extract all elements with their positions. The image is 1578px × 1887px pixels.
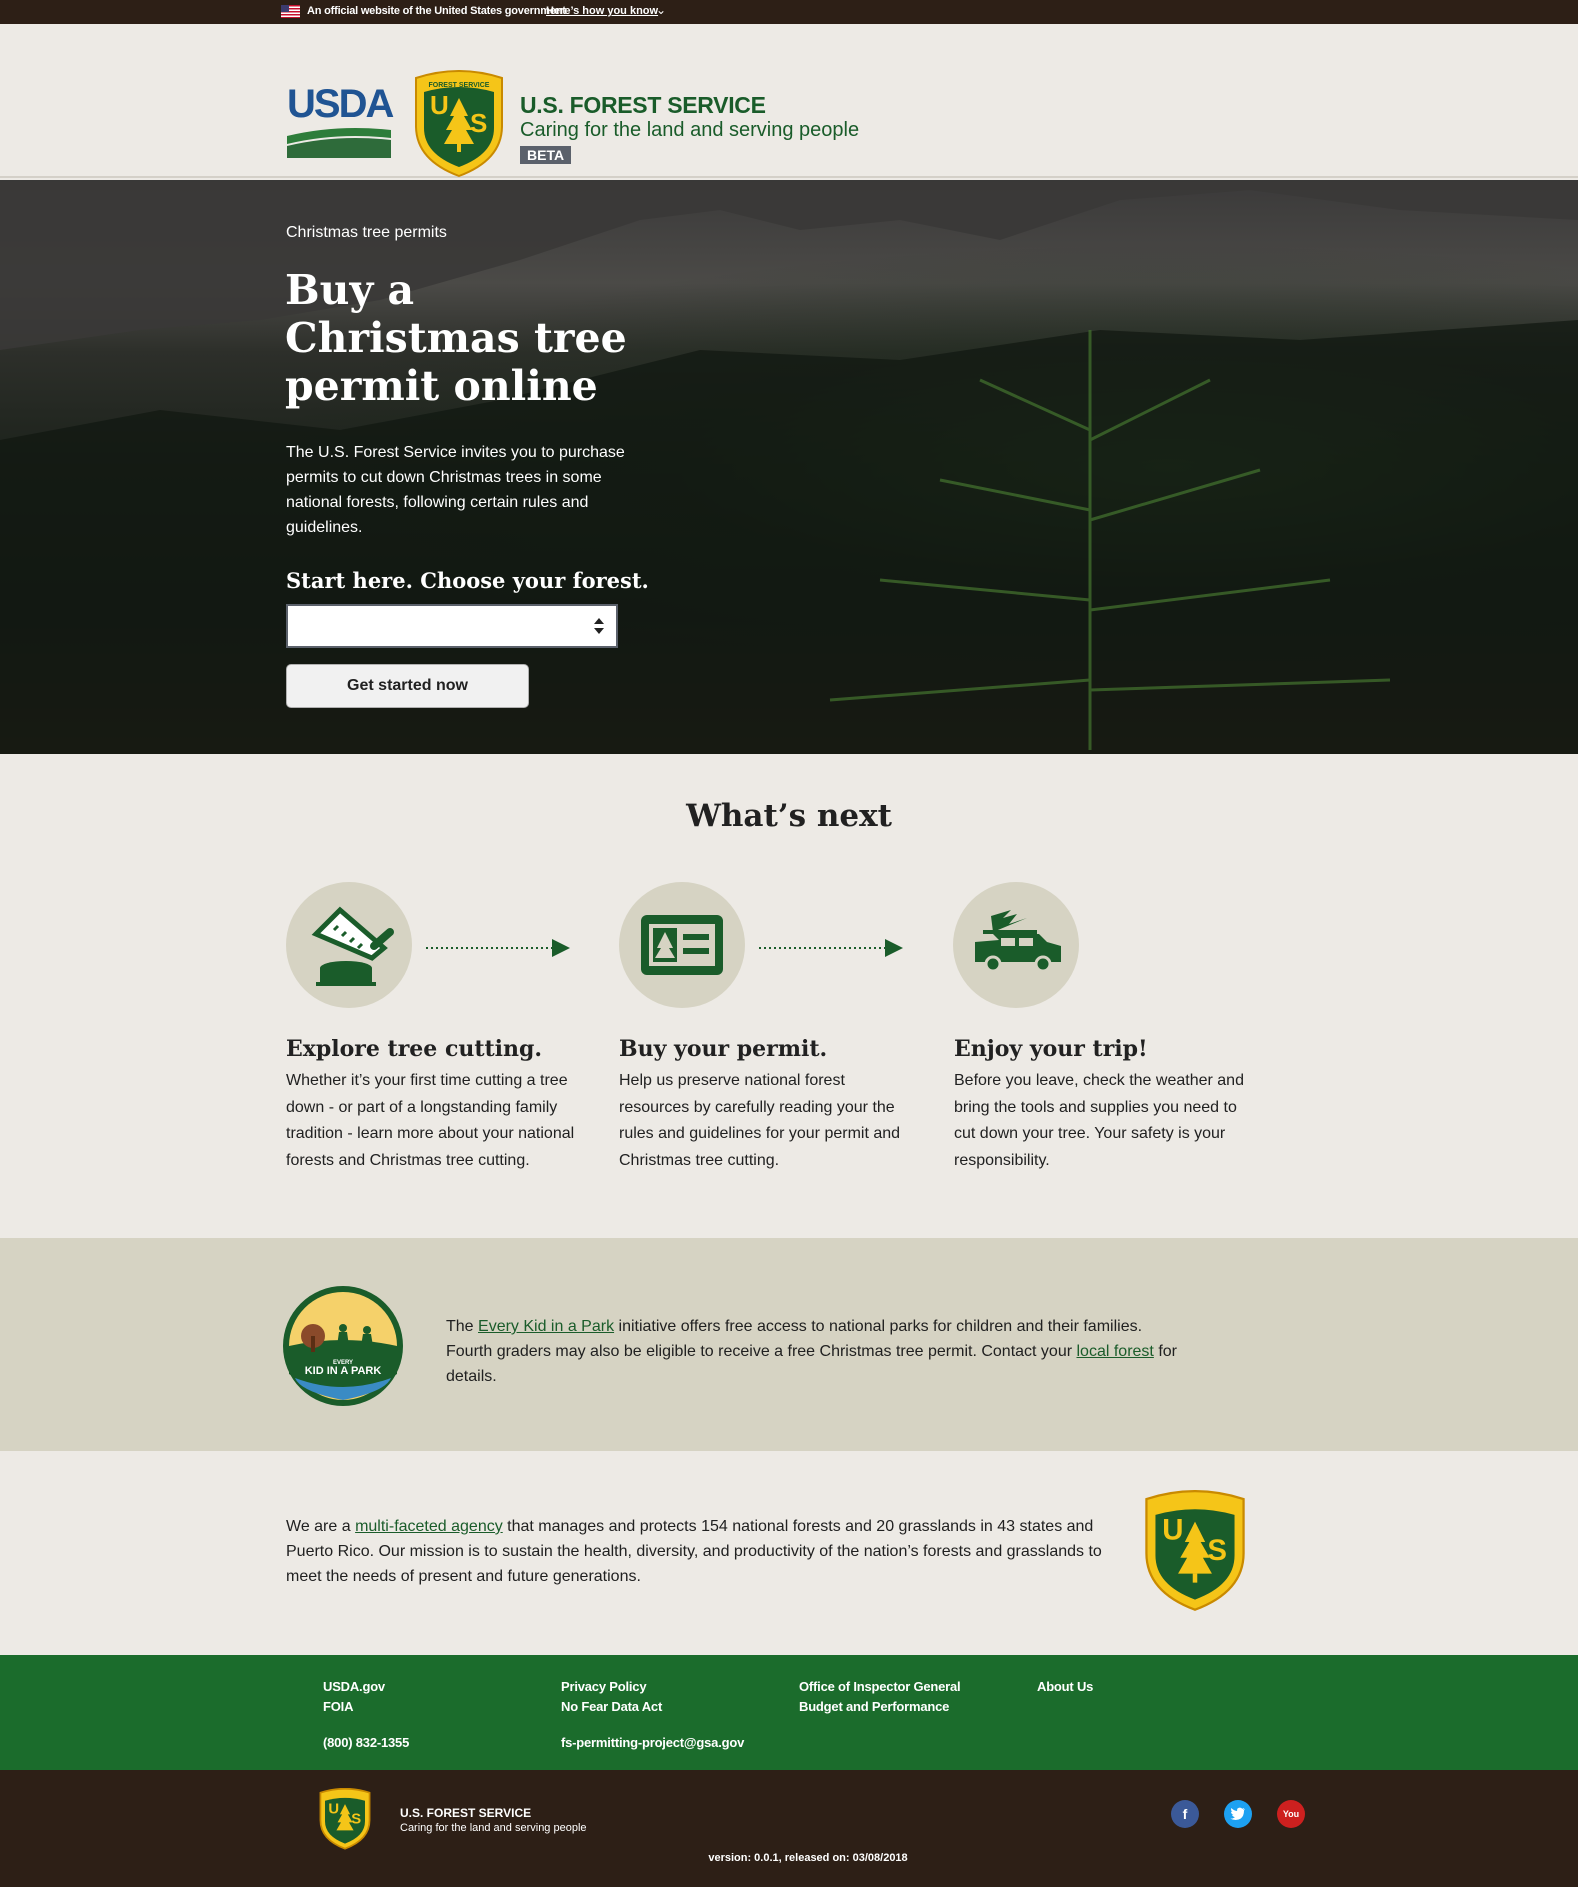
svg-text:S: S bbox=[1207, 1534, 1227, 1567]
footer-links: USDA.gov FOIA (800) 832-1355 Privacy Pol… bbox=[0, 1655, 1578, 1770]
hero-section: Christmas tree permits Buy a Christmas t… bbox=[0, 180, 1578, 754]
step-3-description: Before you leave, check the weather and … bbox=[954, 1072, 1244, 1169]
footer-col-3: Office of Inspector General Budget and P… bbox=[799, 1677, 961, 1717]
agency-description: We are a multi-faceted agency that manag… bbox=[286, 1514, 1106, 1589]
ekip-logo-title: KID IN A PARK bbox=[305, 1365, 382, 1377]
footer-col-4: About Us bbox=[1037, 1677, 1093, 1697]
footer-link-no-fear[interactable]: No Fear Data Act bbox=[561, 1697, 662, 1717]
page-title: Buy a Christmas tree permit online bbox=[285, 266, 627, 410]
usda-wordmark: USDA bbox=[287, 82, 394, 126]
forest-service-shield-logo[interactable]: U S FOREST SERVICE bbox=[410, 70, 508, 178]
svg-text:S: S bbox=[470, 108, 487, 138]
footer-brand: U S U.S. FOREST SERVICE Caring for the l… bbox=[0, 1770, 1578, 1887]
hero-background-image bbox=[0, 180, 1578, 754]
local-forest-link[interactable]: local forest bbox=[1077, 1343, 1154, 1360]
twitter-icon[interactable] bbox=[1224, 1800, 1252, 1828]
forest-select[interactable] bbox=[286, 604, 618, 648]
svg-text:U: U bbox=[430, 90, 449, 120]
saw-stump-icon bbox=[311, 906, 394, 986]
permit-card-icon bbox=[641, 915, 723, 975]
facebook-icon[interactable]: f bbox=[1171, 1800, 1199, 1828]
step-2-title: Buy your permit. bbox=[619, 1036, 828, 1062]
gov-banner: An official website of the United States… bbox=[0, 0, 1578, 24]
step-3-title: Enjoy your trip! bbox=[954, 1036, 1148, 1062]
breadcrumb[interactable]: Christmas tree permits bbox=[286, 224, 447, 242]
get-started-button[interactable]: Get started now bbox=[286, 664, 529, 708]
footer-agency-name: U.S. FOREST SERVICE bbox=[400, 1806, 532, 1820]
step-arrow-1 bbox=[426, 939, 570, 957]
step-1-title: Explore tree cutting. bbox=[286, 1036, 543, 1062]
footer-link-foia[interactable]: FOIA bbox=[323, 1697, 385, 1717]
every-kid-in-a-park-link[interactable]: Every Kid in a Park bbox=[478, 1318, 614, 1335]
multi-faceted-agency-link[interactable]: multi-faceted agency bbox=[355, 1518, 503, 1535]
beta-badge: BETA bbox=[520, 146, 572, 164]
footer-link-budget[interactable]: Budget and Performance bbox=[799, 1697, 960, 1717]
chevron-down-icon[interactable]: ⌄ bbox=[656, 3, 666, 17]
agency-text-before: We are a bbox=[286, 1518, 356, 1535]
svg-text:U: U bbox=[328, 1801, 339, 1817]
agency-tagline: Caring for the land and serving people bbox=[520, 119, 860, 141]
step-2-circle bbox=[619, 882, 745, 1008]
hero-description: The U.S. Forest Service invites you to p… bbox=[286, 444, 625, 536]
ekip-text: The Every Kid in a Park initiative offer… bbox=[446, 1314, 1186, 1389]
usda-logo[interactable]: USDA bbox=[287, 82, 394, 158]
svg-text:FOREST SERVICE: FOREST SERVICE bbox=[429, 82, 490, 89]
select-arrows-icon bbox=[594, 618, 604, 634]
heres-how-you-know-link[interactable]: Here’s how you know bbox=[546, 5, 658, 17]
step-arrow-2 bbox=[759, 939, 903, 957]
site-header: USDA U S FOREST SERVICE U.S. FOREST SERV… bbox=[0, 24, 1578, 178]
choose-forest-label: Start here. Choose your forest. bbox=[286, 568, 649, 593]
forest-service-shield-large: U S bbox=[1145, 1490, 1245, 1611]
step-1-description: Whether it’s your first time cutting a t… bbox=[286, 1072, 575, 1169]
footer-email[interactable]: fs-permitting-project@gsa.gov bbox=[561, 1733, 744, 1753]
footer-tagline: Caring for the land and serving people bbox=[400, 1822, 587, 1834]
footer-link-about[interactable]: About Us bbox=[1037, 1677, 1093, 1697]
svg-text:S: S bbox=[351, 1812, 361, 1828]
step-1-circle bbox=[286, 882, 412, 1008]
car-tree-icon bbox=[975, 910, 1061, 973]
whats-next-title: What’s next bbox=[686, 798, 892, 834]
gov-banner-text: An official website of the United States… bbox=[307, 5, 566, 17]
version-text: version: 0.0.1, released on: 03/08/2018 bbox=[708, 1852, 908, 1864]
svg-text:U: U bbox=[1162, 1514, 1183, 1547]
footer-col-1: USDA.gov FOIA bbox=[323, 1677, 385, 1717]
footer-link-inspector-general[interactable]: Office of Inspector General bbox=[799, 1677, 961, 1697]
footer-phone[interactable]: (800) 832-1355 bbox=[323, 1733, 409, 1753]
usda-field-graphic bbox=[287, 128, 391, 158]
youtube-icon[interactable]: You bbox=[1277, 1800, 1305, 1828]
step-2-description: Help us preserve national forest resourc… bbox=[619, 1072, 901, 1169]
footer-col-2: Privacy Policy No Fear Data Act bbox=[561, 1677, 662, 1717]
step-3-circle bbox=[953, 882, 1079, 1008]
agency-name: U.S. FOREST SERVICE bbox=[520, 92, 766, 118]
us-flag-icon bbox=[281, 5, 300, 18]
footer-link-privacy[interactable]: Privacy Policy bbox=[561, 1677, 662, 1697]
footer-link-usda[interactable]: USDA.gov bbox=[323, 1677, 385, 1697]
every-kid-in-a-park-band: EVERY KID IN A PARK The Every Kid in a P… bbox=[0, 1238, 1578, 1451]
ekip-text-before: The bbox=[446, 1318, 479, 1335]
forest-service-shield-small[interactable]: U S bbox=[317, 1788, 373, 1850]
every-kid-in-a-park-logo[interactable]: EVERY KID IN A PARK bbox=[281, 1284, 405, 1408]
